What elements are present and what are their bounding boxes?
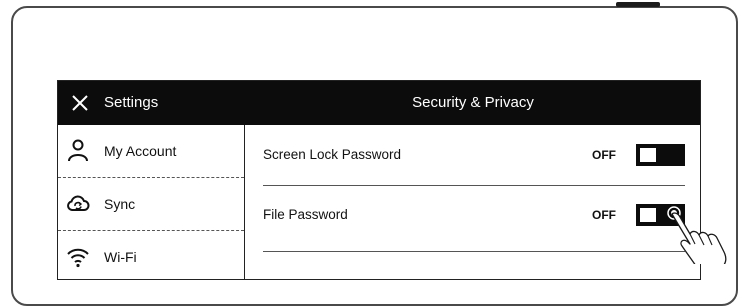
setting-row-file-password: File Password OFF (245, 185, 700, 245)
page-title: Security & Privacy (412, 94, 534, 111)
toggle-state-text: OFF (592, 148, 616, 162)
cloud-sync-icon (67, 195, 90, 211)
user-icon (68, 139, 88, 162)
close-icon[interactable] (69, 92, 91, 114)
wifi-icon (67, 248, 89, 268)
hand-pointer-icon (667, 206, 727, 264)
sidebar-item-label: Wi-Fi (104, 249, 137, 265)
sidebar-item-sync[interactable]: Sync (58, 178, 244, 230)
power-button[interactable] (616, 2, 660, 7)
sidebar-item-my-account[interactable]: My Account (58, 125, 244, 177)
settings-title: Settings (104, 94, 159, 111)
settings-panel: Settings Security & Privacy My Account S… (57, 80, 701, 280)
sidebar: My Account Sync Wi-Fi (58, 125, 245, 279)
toggle-knob (640, 148, 656, 162)
sidebar-item-label: Sync (104, 196, 136, 212)
screen-lock-toggle[interactable] (636, 144, 685, 166)
sidebar-item-wifi[interactable]: Wi-Fi (58, 231, 244, 283)
setting-label: File Password (263, 207, 348, 222)
setting-row-screen-lock: Screen Lock Password OFF (245, 125, 700, 185)
top-bar: Settings Security & Privacy (58, 81, 700, 125)
settings-content: Screen Lock Password OFF File Password O… (245, 125, 700, 279)
toggle-state-text: OFF (592, 208, 616, 222)
toggle-knob (640, 208, 656, 222)
setting-label: Screen Lock Password (263, 147, 402, 162)
sidebar-item-label: My Account (104, 143, 177, 159)
row-divider (263, 251, 685, 252)
